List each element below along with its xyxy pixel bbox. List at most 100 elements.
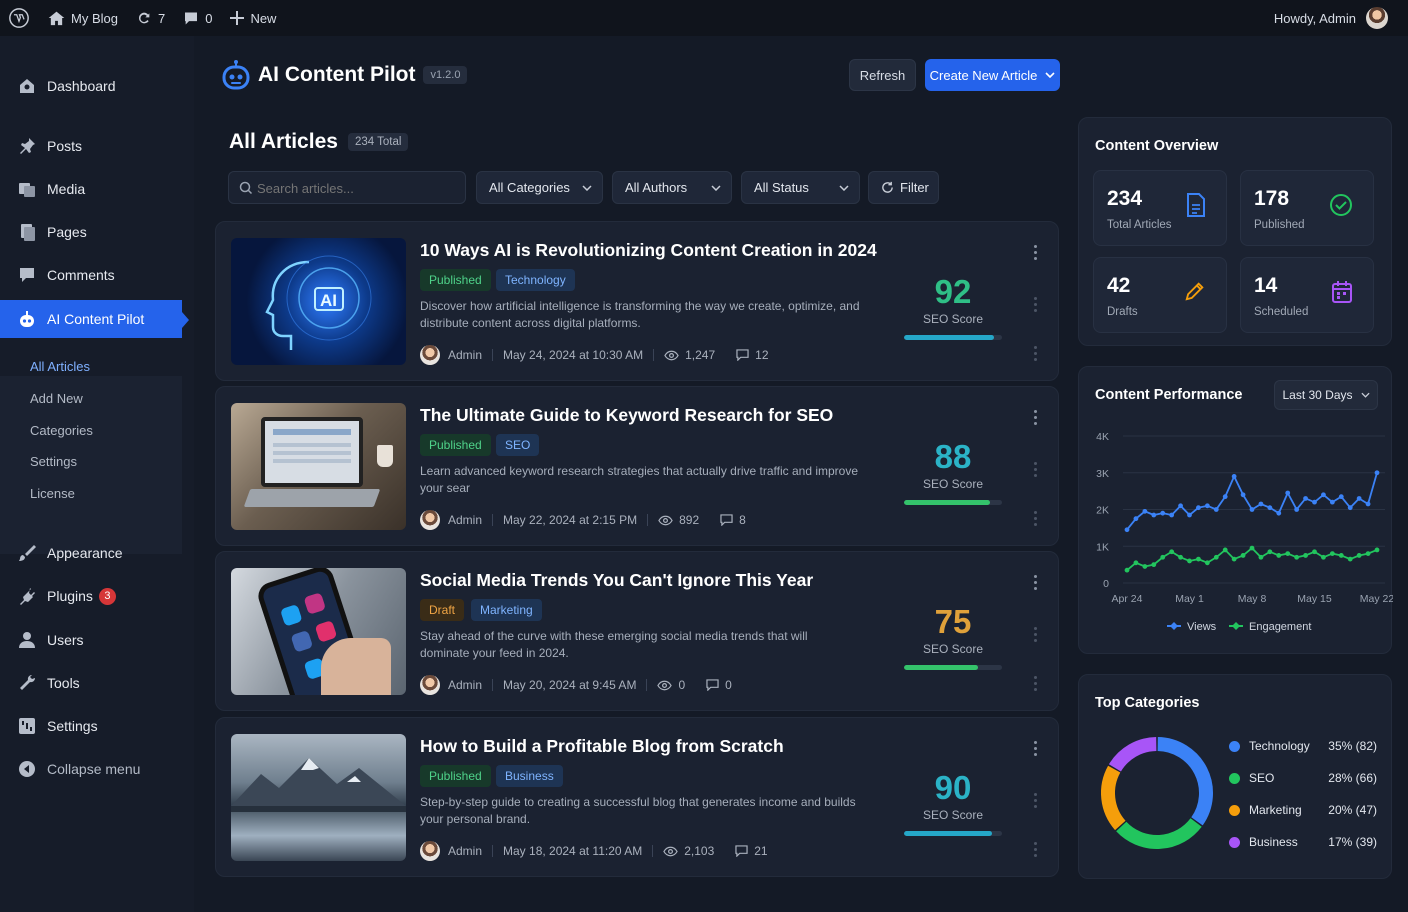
- data-point-engagement[interactable]: [1312, 549, 1317, 555]
- more-options-icon[interactable]: [1034, 346, 1038, 362]
- data-point-engagement[interactable]: [1213, 554, 1219, 560]
- data-point-engagement[interactable]: [1124, 567, 1130, 573]
- article-title[interactable]: The Ultimate Guide to Keyword Research f…: [420, 405, 833, 426]
- data-point-engagement[interactable]: [1196, 556, 1201, 562]
- stat-published[interactable]: 178 Published: [1240, 170, 1374, 246]
- data-point-views[interactable]: [1276, 510, 1282, 516]
- data-point-views[interactable]: [1178, 503, 1183, 509]
- data-point-engagement[interactable]: [1187, 558, 1192, 564]
- site-link[interactable]: My Blog: [48, 10, 118, 26]
- submenu-settings[interactable]: Settings: [30, 454, 77, 469]
- more-options-icon[interactable]: [1034, 575, 1038, 591]
- data-point-views[interactable]: [1303, 496, 1308, 501]
- more-options-icon[interactable]: [1034, 410, 1038, 426]
- category-badge[interactable]: SEO: [496, 434, 540, 456]
- category-legend-marketing[interactable]: Marketing 20% (47): [1229, 803, 1377, 817]
- sidebar-item-plugins[interactable]: Plugins 3: [0, 576, 194, 616]
- submenu-categories[interactable]: Categories: [30, 423, 93, 438]
- data-point-engagement[interactable]: [1321, 554, 1326, 560]
- data-point-views[interactable]: [1294, 507, 1300, 512]
- article-title[interactable]: 10 Ways AI is Revolutionizing Content Cr…: [420, 240, 877, 261]
- author-name[interactable]: Admin: [448, 844, 482, 858]
- data-point-engagement[interactable]: [1169, 549, 1175, 555]
- more-options-icon[interactable]: [1034, 462, 1038, 478]
- search-input[interactable]: [257, 178, 457, 198]
- wordpress-logo-icon[interactable]: [8, 7, 30, 29]
- filter-button[interactable]: Filter: [868, 171, 939, 204]
- data-point-engagement[interactable]: [1285, 551, 1291, 556]
- updates-link[interactable]: 7: [136, 10, 165, 26]
- donut-slice-technology[interactable]: [1157, 737, 1213, 826]
- data-point-engagement[interactable]: [1222, 547, 1228, 553]
- category-badge[interactable]: Marketing: [471, 599, 542, 621]
- article-thumbnail[interactable]: [231, 403, 406, 530]
- data-point-engagement[interactable]: [1249, 545, 1255, 551]
- data-point-views[interactable]: [1329, 499, 1335, 505]
- donut-slice-marketing[interactable]: [1101, 765, 1126, 831]
- data-point-engagement[interactable]: [1365, 551, 1371, 556]
- sidebar-item-collapse-menu[interactable]: Collapse menu: [0, 749, 194, 789]
- date-range-select[interactable]: Last 30 Days: [1274, 380, 1378, 410]
- data-point-engagement[interactable]: [1240, 553, 1246, 558]
- author-filter-select[interactable]: All Authors: [612, 171, 732, 204]
- more-options-icon[interactable]: [1034, 676, 1038, 692]
- data-point-engagement[interactable]: [1258, 554, 1264, 560]
- data-point-views[interactable]: [1124, 527, 1130, 533]
- data-point-engagement[interactable]: [1338, 553, 1344, 558]
- sidebar-item-tools[interactable]: Tools: [0, 663, 194, 703]
- legend-label-engagement[interactable]: Engagement: [1249, 621, 1311, 633]
- author-name[interactable]: Admin: [448, 678, 482, 692]
- data-point-engagement[interactable]: [1276, 553, 1282, 558]
- data-point-views[interactable]: [1347, 505, 1353, 511]
- author-name[interactable]: Admin: [448, 348, 482, 362]
- sidebar-item-media[interactable]: Media: [0, 169, 194, 209]
- legend-label-views[interactable]: Views: [1187, 621, 1217, 633]
- sidebar-item-settings[interactable]: Settings: [0, 706, 194, 746]
- sidebar-item-dashboard[interactable]: Dashboard: [0, 66, 194, 106]
- data-point-engagement[interactable]: [1267, 549, 1273, 555]
- category-legend-technology[interactable]: Technology 35% (82): [1229, 739, 1377, 753]
- data-point-engagement[interactable]: [1303, 553, 1308, 558]
- article-card-profitable-blog[interactable]: How to Build a Profitable Blog from Scra…: [215, 717, 1059, 877]
- data-point-engagement[interactable]: [1231, 556, 1237, 562]
- data-point-engagement[interactable]: [1294, 554, 1300, 560]
- data-point-engagement[interactable]: [1204, 560, 1210, 566]
- data-point-engagement[interactable]: [1329, 551, 1335, 556]
- author-name[interactable]: Admin: [448, 513, 482, 527]
- data-point-views[interactable]: [1142, 508, 1148, 514]
- data-point-views[interactable]: [1187, 512, 1192, 518]
- more-options-icon[interactable]: [1034, 842, 1038, 858]
- sidebar-item-comments[interactable]: Comments: [0, 255, 194, 295]
- account-menu[interactable]: Howdy, Admin: [1274, 7, 1388, 29]
- data-point-views[interactable]: [1240, 492, 1246, 498]
- data-point-views[interactable]: [1356, 496, 1362, 501]
- donut-slice-seo[interactable]: [1116, 818, 1202, 849]
- data-point-views[interactable]: [1374, 470, 1380, 476]
- sidebar-item-appearance[interactable]: Appearance: [0, 533, 194, 573]
- stat-scheduled[interactable]: 14 Scheduled: [1240, 257, 1374, 333]
- sidebar-item-users[interactable]: Users: [0, 620, 194, 660]
- article-thumbnail[interactable]: [231, 568, 406, 695]
- article-card-keyword-research[interactable]: The Ultimate Guide to Keyword Research f…: [215, 386, 1059, 546]
- data-point-engagement[interactable]: [1160, 554, 1166, 560]
- submenu-license[interactable]: License: [30, 486, 75, 501]
- data-point-views[interactable]: [1249, 507, 1255, 512]
- more-options-icon[interactable]: [1034, 511, 1038, 527]
- more-options-icon[interactable]: [1034, 627, 1038, 643]
- status-filter-select[interactable]: All Status: [741, 171, 860, 204]
- sidebar-item-pages[interactable]: Pages: [0, 212, 194, 252]
- data-point-views[interactable]: [1338, 494, 1344, 500]
- category-badge[interactable]: Technology: [496, 269, 575, 291]
- data-point-views[interactable]: [1133, 516, 1139, 522]
- comments-link[interactable]: 0: [183, 11, 212, 26]
- data-point-views[interactable]: [1196, 505, 1201, 511]
- data-point-engagement[interactable]: [1374, 547, 1380, 553]
- article-thumbnail[interactable]: [231, 734, 406, 861]
- data-point-views[interactable]: [1312, 499, 1317, 505]
- data-point-views[interactable]: [1151, 512, 1157, 518]
- more-options-icon[interactable]: [1034, 245, 1038, 261]
- article-thumbnail[interactable]: AI: [231, 238, 406, 365]
- data-point-engagement[interactable]: [1142, 564, 1148, 569]
- donut-slice-business[interactable]: [1108, 737, 1157, 772]
- data-point-engagement[interactable]: [1151, 562, 1157, 568]
